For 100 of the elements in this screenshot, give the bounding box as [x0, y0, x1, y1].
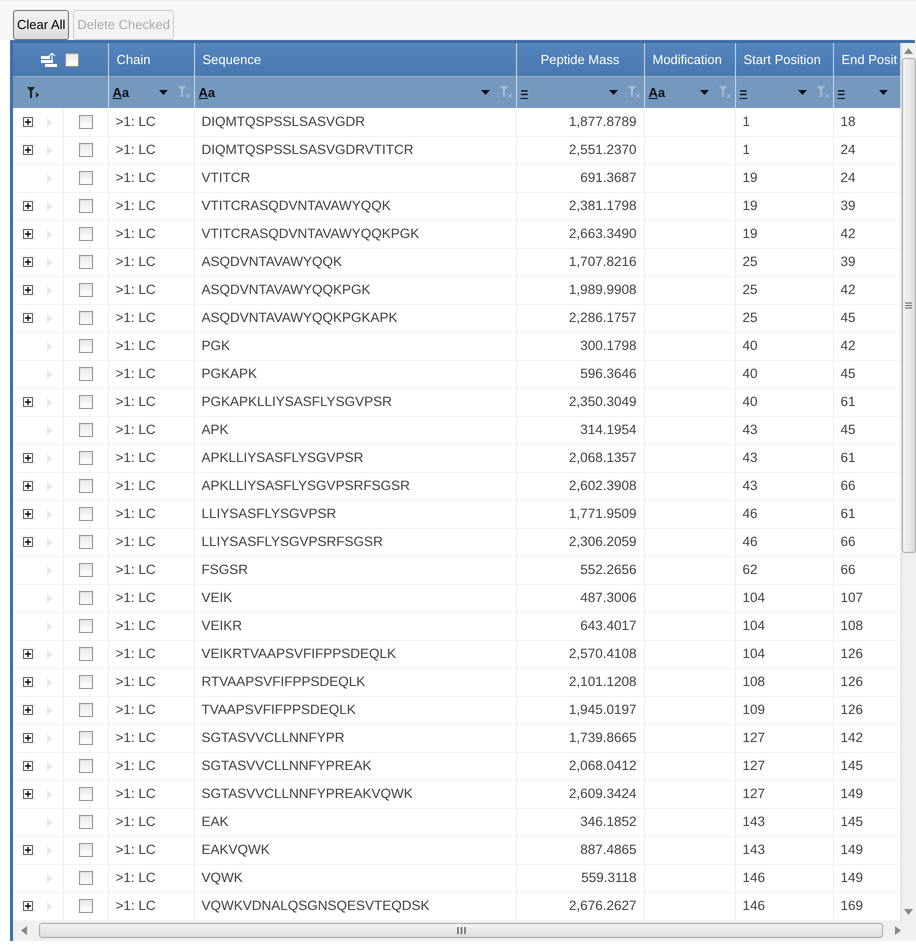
row-checkbox[interactable]	[78, 171, 92, 186]
column-header[interactable]: End Posit	[833, 43, 900, 76]
dropdown-icon[interactable]	[480, 90, 490, 95]
table-cell: 1,877.8789	[516, 108, 644, 136]
row-checkbox[interactable]	[78, 647, 92, 662]
filter-operator[interactable]: Aa	[198, 82, 216, 102]
row-checkbox[interactable]	[78, 199, 92, 214]
table-cell: >1: LC	[108, 332, 194, 360]
table-cell: >1: LC	[108, 780, 194, 808]
row-checkbox[interactable]	[78, 143, 92, 158]
table-cell: >1: LC	[108, 248, 194, 276]
table-cell: 1	[735, 136, 833, 164]
row-checkbox[interactable]	[78, 311, 92, 326]
expand-icon[interactable]	[23, 509, 33, 520]
expand-icon[interactable]	[23, 397, 33, 408]
expand-icon[interactable]	[23, 201, 33, 212]
column-header[interactable]: Chain	[108, 43, 194, 76]
row-checkbox[interactable]	[78, 619, 92, 634]
scroll-up-icon[interactable]	[904, 48, 913, 54]
table-cell: 1,739.8665	[516, 724, 644, 752]
arrow-icon	[47, 258, 52, 267]
table-cell: 19	[735, 220, 833, 248]
dropdown-icon[interactable]	[878, 90, 888, 95]
grip-icon	[905, 302, 912, 309]
expand-icon[interactable]	[23, 285, 33, 296]
filter-operator[interactable]: =	[838, 82, 846, 102]
row-checkbox[interactable]	[78, 591, 92, 606]
row-checkbox[interactable]	[78, 731, 92, 746]
row-checkbox[interactable]	[78, 255, 92, 270]
column-chooser-icon[interactable]	[41, 52, 58, 68]
row-checkbox[interactable]	[78, 479, 92, 494]
row-checkbox[interactable]	[78, 843, 92, 858]
table-cell: VEIKRTVAAPSVFIFPPSDEQLK	[194, 640, 516, 668]
dropdown-icon[interactable]	[608, 90, 618, 95]
row-checkbox[interactable]	[78, 395, 92, 410]
expand-icon[interactable]	[23, 761, 33, 772]
column-header[interactable]: Peptide Mass	[516, 43, 644, 76]
row-checkbox[interactable]	[78, 871, 92, 886]
table-cell: 143	[735, 808, 833, 836]
table-cell: EAK	[194, 808, 516, 836]
filter-operator[interactable]: =	[740, 82, 748, 102]
row-checkbox[interactable]	[78, 451, 92, 466]
table-cell: 142	[833, 724, 900, 752]
filter-operator[interactable]: =	[520, 82, 528, 102]
table-cell: 145	[833, 808, 900, 836]
row-checkbox[interactable]	[78, 787, 92, 802]
table-cell: >1: LC	[108, 444, 194, 472]
filter-operator[interactable]: Aa	[648, 82, 666, 102]
dropdown-icon[interactable]	[798, 90, 806, 95]
expand-icon[interactable]	[23, 649, 33, 660]
row-checkbox[interactable]	[78, 115, 92, 130]
row-checkbox[interactable]	[78, 759, 92, 774]
table-cell: DIQMTQSPSSLSASVGDR	[194, 108, 516, 136]
expand-icon[interactable]	[23, 845, 33, 856]
expand-icon[interactable]	[23, 229, 33, 240]
expand-icon[interactable]	[23, 733, 33, 744]
expand-icon[interactable]	[23, 313, 33, 324]
table-cell: 2,068.1357	[516, 444, 644, 472]
expand-icon[interactable]	[23, 481, 33, 492]
dropdown-icon[interactable]	[700, 90, 708, 95]
scrollbar-thumb[interactable]	[39, 923, 883, 938]
expand-icon[interactable]	[23, 789, 33, 800]
table-cell: 126	[833, 696, 900, 724]
dropdown-icon[interactable]	[158, 90, 168, 95]
expand-icon[interactable]	[23, 705, 33, 716]
row-checkbox[interactable]	[78, 899, 92, 914]
column-header[interactable]: Start Position	[735, 43, 833, 76]
expand-icon[interactable]	[23, 117, 33, 128]
row-checkbox[interactable]	[78, 367, 92, 382]
expand-icon[interactable]	[23, 677, 33, 688]
row-checkbox[interactable]	[78, 227, 92, 242]
table-cell: >1: LC	[108, 640, 194, 668]
filter-icon[interactable]	[27, 87, 39, 100]
row-checkbox[interactable]	[78, 703, 92, 718]
button[interactable]: Clear All	[13, 10, 70, 40]
row-checkbox[interactable]	[78, 507, 92, 522]
row-checkbox[interactable]	[78, 563, 92, 578]
row-checkbox[interactable]	[78, 283, 92, 298]
row-checkbox[interactable]	[78, 535, 92, 550]
scroll-down-icon[interactable]	[904, 908, 913, 914]
scrollbar-thumb[interactable]	[902, 58, 916, 553]
column-header[interactable]: Sequence	[194, 43, 516, 76]
table-cell: 108	[735, 668, 833, 696]
expand-icon[interactable]	[23, 257, 33, 268]
expand-icon[interactable]	[23, 537, 33, 548]
select-all-checkbox[interactable]	[65, 53, 80, 68]
row-checkbox[interactable]	[78, 675, 92, 690]
expand-icon[interactable]	[23, 901, 33, 912]
filter-operator[interactable]: Aa	[112, 82, 130, 102]
row-checkbox[interactable]	[78, 339, 92, 354]
expand-icon[interactable]	[23, 453, 33, 464]
scroll-right-icon[interactable]	[895, 926, 901, 935]
column-header[interactable]: Modification	[644, 43, 735, 76]
row-checkbox[interactable]	[78, 423, 92, 438]
table-cell: >1: LC	[108, 864, 194, 892]
expand-icon[interactable]	[23, 145, 33, 156]
table-cell: TVAAPSVFIFPPSDEQLK	[194, 696, 516, 724]
scroll-left-icon[interactable]	[21, 926, 27, 935]
row-checkbox[interactable]	[78, 815, 92, 830]
table-cell: 108	[833, 612, 900, 640]
